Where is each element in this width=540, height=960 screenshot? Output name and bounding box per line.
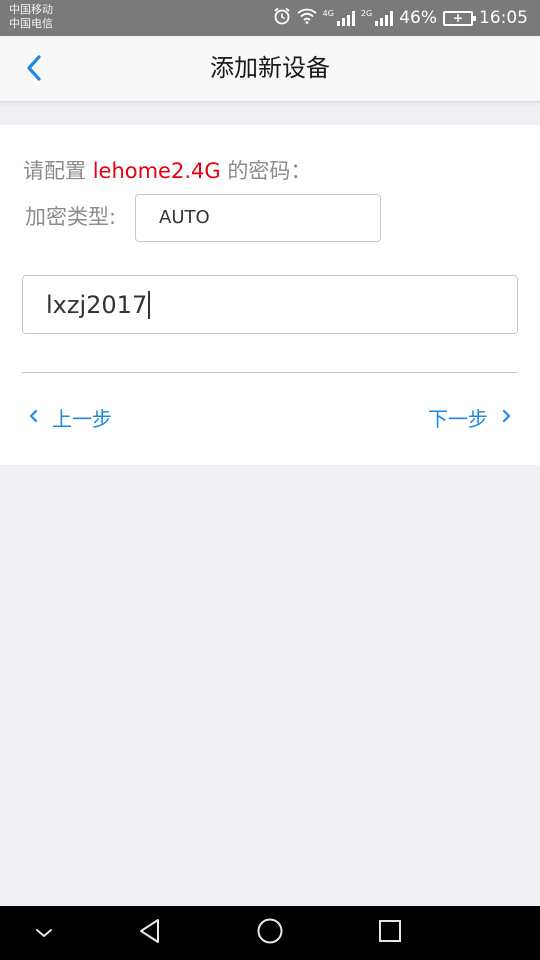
status-bar: 中国移动 中国电信 4G 2G 46% + 16:05 (0, 0, 540, 36)
screen: 中国移动 中国电信 4G 2G 46% + 16:05 添加新设备 请配置 le… (0, 0, 540, 960)
wifi-config-card: 请配置 lehome2.4G 的密码： 加密类型: AUTO lxzj2017 … (0, 125, 540, 465)
battery-percent: 46% (399, 8, 437, 28)
clock: 16:05 (479, 8, 528, 28)
signal-4g-icon: 4G (323, 10, 355, 26)
chevron-right-icon (502, 405, 512, 429)
config-prefix: 请配置 (23, 159, 86, 183)
chevron-left-icon (28, 405, 38, 429)
wifi-icon (297, 8, 317, 29)
net-type-2: 2G (360, 9, 373, 18)
next-step-button[interactable]: 下一步 (428, 401, 512, 433)
carrier-2: 中国电信 (9, 17, 53, 30)
next-step-label: 下一步 (428, 406, 488, 431)
alarm-icon (273, 7, 291, 30)
back-triangle-icon (138, 918, 162, 948)
home-circle-icon (256, 917, 284, 949)
recents-square-icon (378, 919, 402, 947)
divider (22, 372, 518, 373)
carrier-info: 中国移动 中国电信 (9, 3, 53, 31)
chevron-down-icon (34, 924, 54, 943)
net-type-1: 4G (322, 9, 334, 18)
signal-2g-icon: 2G (360, 9, 394, 26)
prev-step-label: 上一步 (52, 406, 112, 431)
encryption-type-label: 加密类型: (25, 205, 117, 229)
encryption-type-value: AUTO (159, 207, 210, 228)
nav-recents-button[interactable] (360, 906, 420, 960)
navigation-bar (0, 906, 540, 960)
config-suffix: 的密码： (227, 159, 312, 183)
prev-step-button[interactable]: 上一步 (28, 401, 112, 433)
carrier-1: 中国移动 (9, 3, 53, 16)
battery-icon: + (443, 10, 476, 26)
chevron-left-icon (26, 55, 42, 85)
hide-nav-button[interactable] (14, 906, 74, 960)
encryption-type-select[interactable]: AUTO (135, 194, 381, 242)
nav-home-button[interactable] (240, 906, 300, 960)
header: 添加新设备 (0, 36, 540, 102)
nav-back-button[interactable] (120, 906, 180, 960)
page-title: 添加新设备 (210, 54, 330, 82)
back-button[interactable] (14, 50, 54, 90)
config-prompt: 请配置 lehome2.4G 的密码： (23, 155, 311, 185)
status-indicators: 4G 2G 46% + 16:05 (273, 0, 528, 36)
password-value: lxzj2017 (46, 290, 148, 319)
ssid-name: lehome2.4G (92, 159, 221, 183)
password-input[interactable]: lxzj2017 (22, 275, 518, 334)
text-cursor (148, 290, 151, 319)
